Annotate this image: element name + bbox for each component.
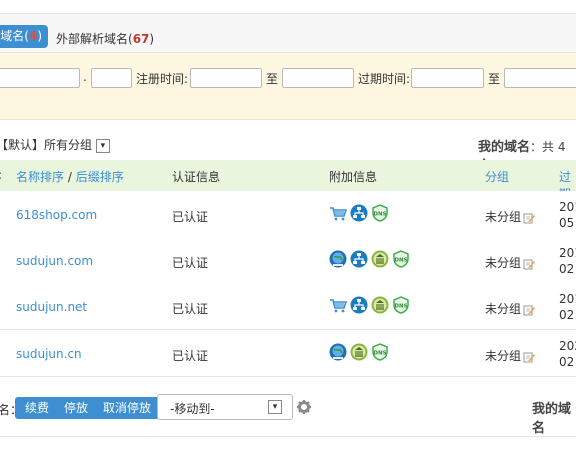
svg-text:DNS: DNS xyxy=(373,212,386,218)
group-name: 未分组 xyxy=(485,256,522,270)
expire-date-bottom: 05 xyxy=(559,216,575,230)
group-header[interactable]: 分组 xyxy=(485,168,509,185)
auth-header: 认证信息 xyxy=(172,170,221,184)
edit-group-icon[interactable] xyxy=(521,349,536,363)
expire-to-label: 至 xyxy=(488,72,501,86)
group-name: 未分组 xyxy=(485,349,522,363)
bank-icon[interactable] xyxy=(371,250,389,268)
extra-icons: DNS xyxy=(329,204,389,224)
dns-icon[interactable]: DNS xyxy=(392,250,410,268)
group-cell: 未分组 xyxy=(485,347,536,364)
chevron-down-icon: ▾ xyxy=(95,138,110,153)
expire-date-bottom: 02 xyxy=(559,308,575,322)
group-name: 未分组 xyxy=(485,302,522,316)
tab-my-domains[interactable]: 域名(4) xyxy=(0,25,48,48)
gear-icon[interactable] xyxy=(297,400,311,414)
group-cell: 未分组 xyxy=(485,300,536,317)
cart-icon[interactable] xyxy=(329,296,348,314)
edit-group-icon[interactable] xyxy=(521,256,536,270)
expire-date-top: 201 xyxy=(559,246,576,260)
expire-date-top: 202 xyxy=(559,339,576,353)
chevron-down-icon: ▾ xyxy=(268,400,282,414)
move-to-select[interactable]: -移动到- ▾ xyxy=(157,394,293,420)
group-name: 未分组 xyxy=(485,210,522,224)
bottom-divider xyxy=(0,436,576,437)
svg-text:DNS: DNS xyxy=(394,304,407,310)
reg-to-label: 至 xyxy=(266,72,279,86)
expire-date-bottom: 02 xyxy=(559,262,575,276)
svg-text:DNS: DNS xyxy=(373,351,386,357)
extra-icons: DNS xyxy=(329,296,410,316)
group-select-value: 【默认】所有分组 xyxy=(0,138,93,152)
globe-icon[interactable] xyxy=(329,343,347,361)
bottom-my-domains-label: 我的域名 xyxy=(532,402,572,436)
auth-status: 已认证 xyxy=(172,302,209,316)
dns-icon[interactable]: DNS xyxy=(392,296,410,314)
domain-link[interactable]: sudujun.cn xyxy=(16,347,82,361)
reg-time-start-input[interactable] xyxy=(190,68,262,88)
bank-icon[interactable] xyxy=(371,296,389,314)
sort-header: 名称排序 / 后缀排序 xyxy=(16,168,124,185)
globe-icon[interactable] xyxy=(329,250,347,268)
domain-link[interactable]: sudujun.com xyxy=(16,254,93,268)
domain-link[interactable]: 618shop.com xyxy=(16,208,97,222)
suspend-button[interactable]: 停放 xyxy=(54,397,98,419)
group-cell: 未分组 xyxy=(485,208,536,225)
domain-suffix-input[interactable] xyxy=(91,68,132,88)
expire-time-label: 过期时间: xyxy=(358,72,411,86)
expire-date-top: 201 xyxy=(559,200,576,214)
cancel-suspend-button[interactable]: 取消停放 xyxy=(93,397,161,419)
domain-link[interactable]: sudujun.net xyxy=(16,300,87,314)
edit-group-icon[interactable] xyxy=(521,302,536,316)
network-icon[interactable] xyxy=(350,296,368,314)
domain-name-input[interactable] xyxy=(0,68,80,88)
network-icon[interactable] xyxy=(350,250,368,268)
move-to-value: -移动到- xyxy=(170,402,215,416)
reg-time-end-input[interactable] xyxy=(282,68,354,88)
expire-date-top: 201 xyxy=(559,292,576,306)
expire-time-start-input[interactable] xyxy=(411,68,484,88)
extra-icons: DNS xyxy=(329,343,389,363)
group-cell: 未分组 xyxy=(485,254,536,271)
reg-time-label: 注册时间: xyxy=(136,72,189,86)
expire-time-end-input[interactable] xyxy=(504,68,576,88)
extra-header: 附加信息 xyxy=(329,170,378,184)
auth-status: 已认证 xyxy=(172,256,209,270)
edit-group-icon[interactable] xyxy=(521,210,536,224)
network-icon[interactable] xyxy=(350,204,368,222)
tab-external-domains[interactable]: 外部解析域名(67) xyxy=(56,30,154,47)
auth-status: 已认证 xyxy=(172,349,209,363)
dns-icon[interactable]: DNS xyxy=(371,204,389,222)
auth-status: 已认证 xyxy=(172,210,209,224)
sort-separator: / xyxy=(67,170,72,184)
svg-text:DNS: DNS xyxy=(394,258,407,264)
dns-icon[interactable]: DNS xyxy=(371,343,389,361)
expire-date-bottom: 02 xyxy=(559,355,575,369)
renew-button[interactable]: 续费 xyxy=(15,397,59,419)
extra-icons: DNS xyxy=(329,250,410,270)
bank-icon[interactable] xyxy=(350,343,368,361)
group-select[interactable]: 【默认】所有分组 ▾ xyxy=(0,136,110,153)
sort-by-suffix-link[interactable]: 后缀排序 xyxy=(76,170,124,184)
cart-icon[interactable] xyxy=(329,204,348,222)
select-col-header: : xyxy=(0,168,2,182)
dot-separator: . xyxy=(83,70,87,84)
sort-by-name-link[interactable]: 名称排序 xyxy=(16,170,64,184)
